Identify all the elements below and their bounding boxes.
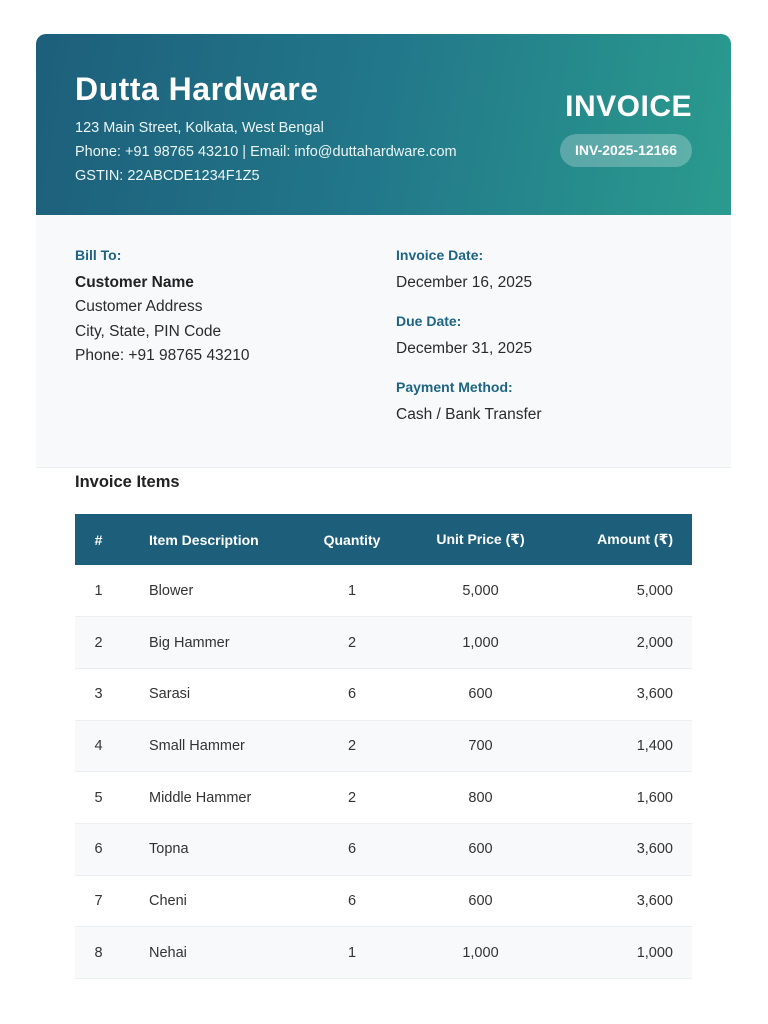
item-amount: 1,000	[636, 944, 673, 961]
table-row: 7 Cheni 6 600 3,600	[75, 875, 692, 927]
invoice-title: INVOICE	[565, 90, 692, 123]
item-number: 1	[94, 582, 103, 599]
item-quantity: 2	[347, 789, 357, 806]
item-unit-price: 600	[468, 841, 493, 858]
item-description: Middle Hammer	[149, 789, 252, 806]
table-row: 8 Nehai 1 1,000 1,000	[75, 926, 692, 979]
payment-method-label: Payment Method:	[396, 379, 513, 395]
item-amount: 3,600	[636, 686, 673, 703]
table-row: 6 Topna 6 600 3,600	[75, 823, 692, 876]
item-description: Big Hammer	[149, 634, 230, 651]
invoice-items-title: Invoice Items	[75, 473, 180, 491]
item-unit-price: 600	[468, 686, 493, 703]
item-number: 7	[94, 892, 103, 909]
item-unit-price: 1,000	[462, 944, 499, 961]
item-quantity: 2	[347, 634, 357, 651]
invoice-card: Dutta Hardware 123 Main Street, Kolkata,…	[36, 34, 731, 1024]
item-number: 2	[94, 634, 103, 651]
invoice-header: Dutta Hardware 123 Main Street, Kolkata,…	[36, 34, 731, 215]
item-amount: 3,600	[636, 841, 673, 858]
customer-city: City, State, PIN Code	[75, 323, 222, 340]
item-unit-price: 1,000	[462, 634, 499, 651]
item-amount: 5,000	[636, 582, 673, 599]
due-date: December 31, 2025	[396, 340, 533, 357]
item-unit-price: 600	[468, 892, 493, 909]
item-unit-price: 800	[468, 789, 493, 806]
customer-name: Customer Name	[75, 274, 194, 291]
column-header-quantity: Quantity	[323, 531, 381, 548]
item-amount: 3,600	[636, 892, 673, 909]
item-number: 8	[94, 944, 103, 961]
item-amount: 1,400	[636, 737, 673, 754]
item-number: 3	[94, 686, 103, 703]
table-row: 1 Blower 1 5,000 5,000	[75, 565, 692, 617]
company-name: Dutta Hardware	[75, 71, 319, 107]
item-unit-price: 5,000	[462, 582, 499, 599]
table-row: 4 Small Hammer 2 700 1,400	[75, 720, 692, 772]
table-row: 5 Middle Hammer 2 800 1,600	[75, 772, 692, 824]
invoice-info-section: Bill To: Customer Name Customer Address …	[36, 215, 731, 468]
item-description: Small Hammer	[149, 737, 245, 754]
item-description: Blower	[149, 582, 194, 599]
customer-address: Customer Address	[75, 298, 203, 315]
item-quantity: 6	[347, 892, 357, 909]
table-header-row: # Item Description Quantity Unit Price (…	[75, 514, 692, 565]
item-number: 4	[94, 737, 103, 754]
bill-to-label: Bill To:	[75, 247, 122, 263]
item-quantity: 6	[347, 841, 357, 858]
column-header-unit-price: Unit Price (₹)	[436, 531, 525, 547]
item-amount: 1,600	[636, 789, 673, 806]
item-amount: 2,000	[636, 634, 673, 651]
customer-phone: Phone: +91 98765 43210	[75, 347, 250, 364]
item-quantity: 2	[347, 737, 357, 754]
item-quantity: 1	[347, 582, 357, 599]
invoice-number-badge: INV-2025-12166	[560, 134, 692, 167]
column-header-number: #	[94, 531, 103, 548]
column-header-amount: Amount (₹)	[597, 531, 673, 547]
invoice-date: December 16, 2025	[396, 274, 533, 291]
column-header-description: Item Description	[149, 531, 259, 548]
due-date-label: Due Date:	[396, 313, 462, 329]
item-number: 6	[94, 841, 103, 858]
item-description: Topna	[149, 841, 189, 858]
item-quantity: 6	[347, 686, 357, 703]
company-address: 123 Main Street, Kolkata, West Bengal	[75, 120, 324, 136]
company-contact: Phone: +91 98765 43210 | Email: info@dut…	[75, 144, 457, 160]
company-gstin: GSTIN: 22ABCDE1234F1Z5	[75, 168, 260, 184]
table-row: 3 Sarasi 6 600 3,600	[75, 668, 692, 721]
invoice-date-label: Invoice Date:	[396, 247, 484, 263]
item-number: 5	[94, 789, 103, 806]
item-description: Nehai	[149, 944, 187, 961]
item-description: Sarasi	[149, 686, 191, 703]
payment-method: Cash / Bank Transfer	[396, 406, 542, 423]
item-description: Cheni	[149, 892, 187, 909]
item-quantity: 1	[347, 944, 357, 961]
item-unit-price: 700	[468, 737, 493, 754]
invoice-items-table: # Item Description Quantity Unit Price (…	[75, 514, 692, 979]
table-row: 2 Big Hammer 2 1,000 2,000	[75, 616, 692, 669]
